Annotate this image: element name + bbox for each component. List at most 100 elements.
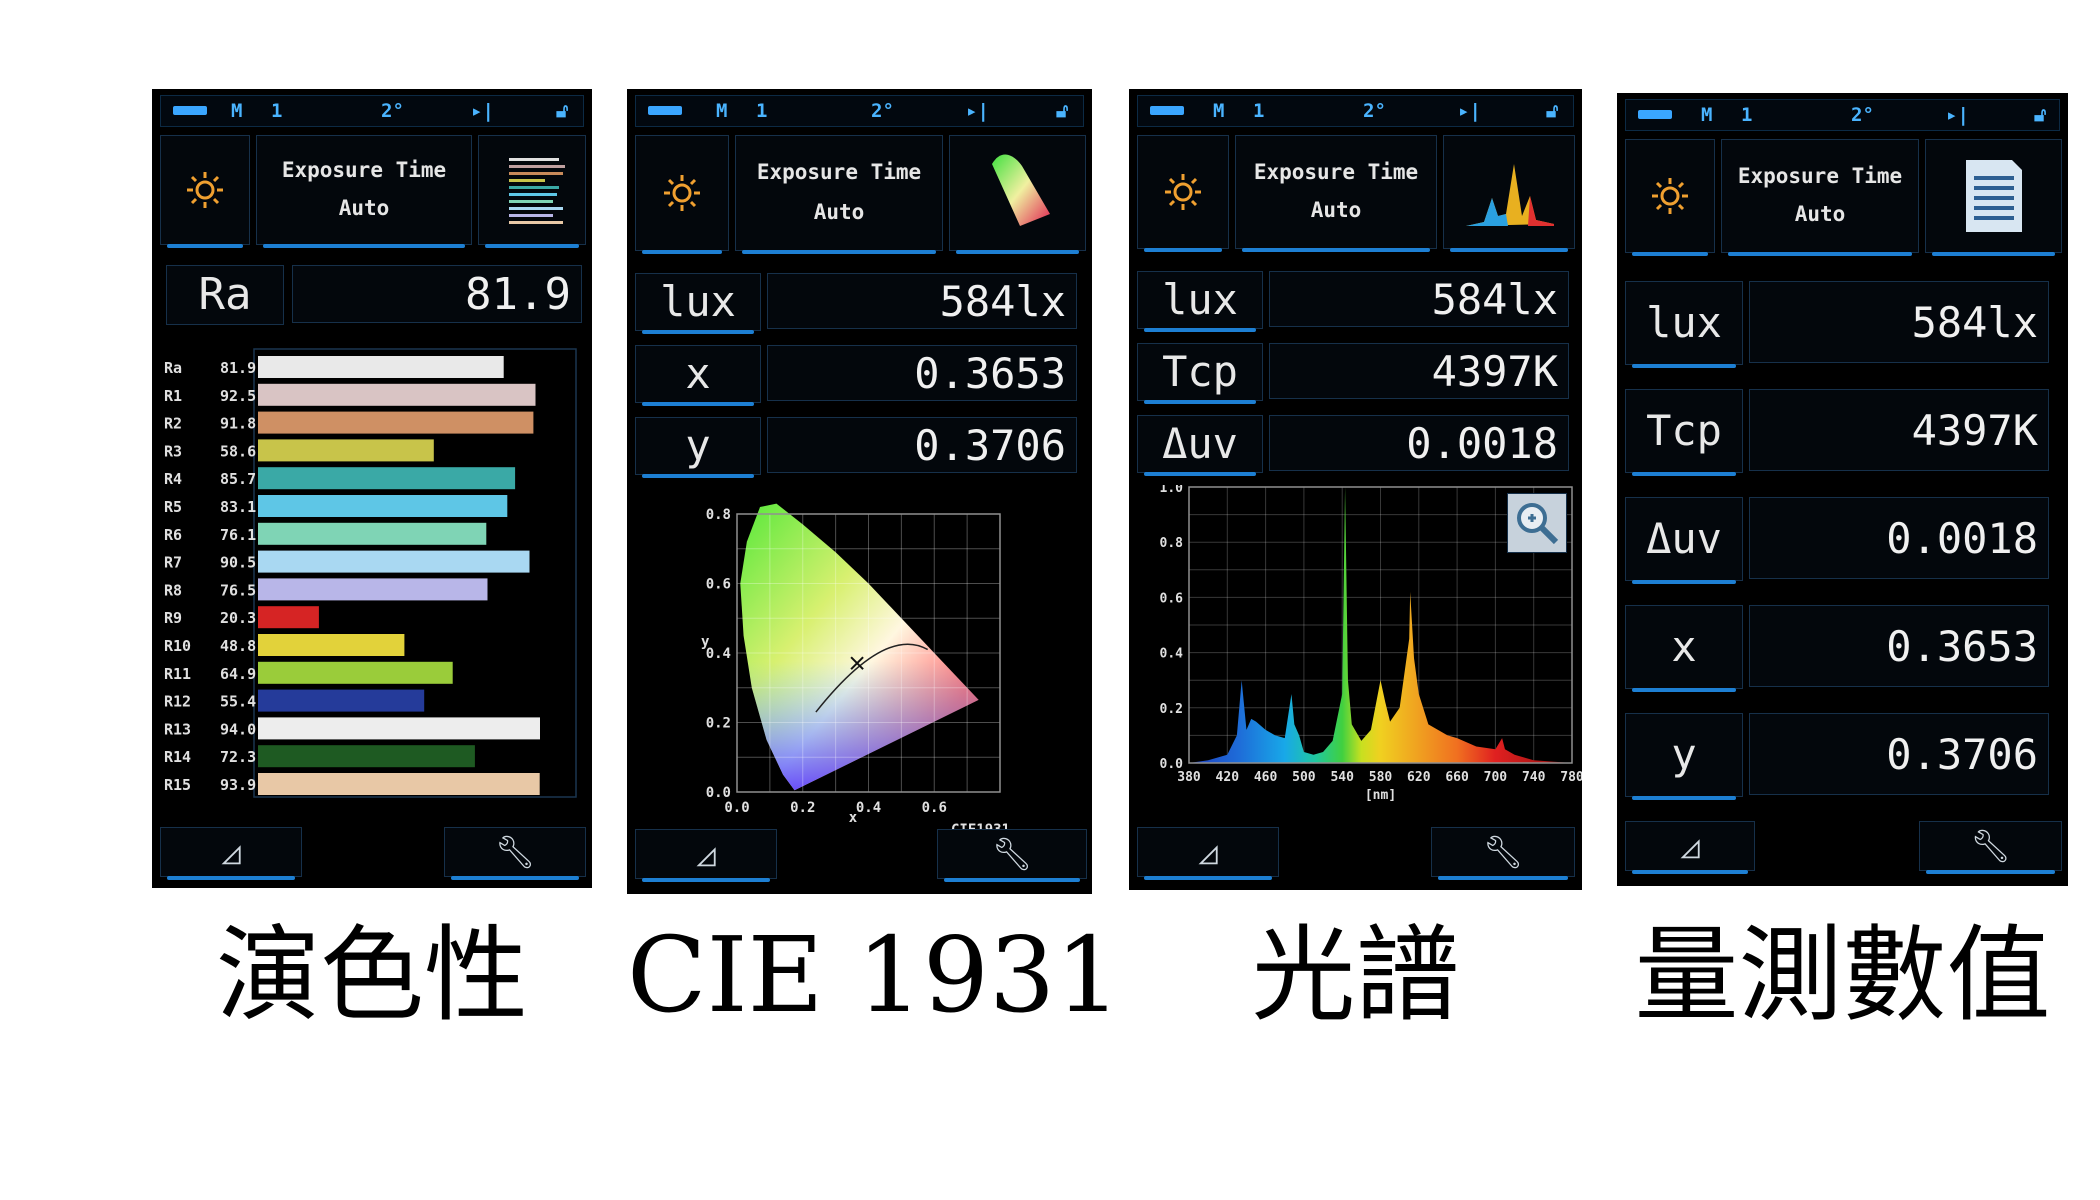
lock-icon: 🔓︎ — [1546, 100, 1559, 122]
chromaticity-view-icon[interactable] — [949, 135, 1086, 254]
cri-category-label: R7 — [164, 554, 182, 572]
light-source-button[interactable] — [635, 135, 729, 254]
x-tick-label: 700 — [1484, 770, 1508, 785]
battery-icon — [173, 106, 207, 115]
exposure-time-button[interactable]: Exposure Time Auto — [256, 135, 472, 248]
cri-category-label: R9 — [164, 609, 182, 627]
reading-value: 4397K — [1749, 389, 2049, 471]
exposure-time-button[interactable]: Exposure Time Auto — [1235, 135, 1437, 252]
x-tick-label: 0.6 — [922, 800, 947, 816]
cri-value-label: 85.7 — [220, 470, 256, 488]
cri-bar — [258, 467, 516, 490]
cri-bar — [258, 439, 434, 462]
values-screen: M 1 2° ▸| 🔓︎ Exposure Time Auto lux 584lx… — [1617, 93, 2068, 886]
caption-cri: 演色性 — [215, 914, 528, 1036]
delta-button[interactable]: ◿ — [635, 829, 777, 882]
delta-button[interactable]: ◿ — [1137, 827, 1279, 880]
reading-value: 0.3653 — [767, 345, 1077, 401]
cri-bar — [258, 745, 475, 768]
cri-bar — [258, 634, 405, 656]
cri-value-label: 83.1 — [220, 498, 256, 516]
y-tick-label: 0.8 — [706, 507, 731, 523]
reading-label: Δuv — [1137, 415, 1263, 476]
wrench-icon: 🔧︎ — [1970, 827, 2011, 865]
x-tick-label: 380 — [1177, 770, 1201, 785]
delta-button[interactable]: ◿ — [1625, 821, 1755, 874]
sun-icon — [664, 175, 700, 211]
settings-button[interactable]: 🔧︎ — [444, 827, 586, 880]
settings-button[interactable]: 🔧︎ — [1431, 827, 1575, 880]
cri-category-label: R15 — [164, 776, 191, 794]
memory-icon: ▸| — [1946, 104, 1969, 126]
cri-value-label: 72.3 — [220, 748, 256, 766]
reading-label: Tcp — [1625, 389, 1743, 476]
reading-label: y — [1625, 713, 1743, 800]
reading-value: 4397K — [1269, 343, 1569, 399]
cri-category-label: R2 — [164, 415, 182, 433]
cri-category-label: R11 — [164, 665, 191, 683]
y-tick-label: 0.4 — [706, 646, 731, 662]
exposure-value: Auto — [1794, 202, 1846, 226]
cri-category-label: R1 — [164, 387, 182, 405]
x-tick-label: 420 — [1216, 770, 1240, 785]
cri-value-label: 48.8 — [220, 637, 256, 655]
caption-values: 量測數值 — [1634, 914, 2051, 1036]
cri-value-label: 20.3 — [220, 609, 256, 627]
memory-icon: ▸| — [471, 100, 494, 122]
wrench-icon: 🔧︎ — [1482, 833, 1524, 871]
cie-screen: M 1 2° ▸| 🔓︎ Exposure Time Auto lux 584lx… — [627, 89, 1092, 894]
spectral-locus-blue — [740, 503, 979, 791]
cri-bar — [258, 411, 534, 434]
cri-bar — [258, 773, 540, 795]
zoom-in-button[interactable] — [1507, 493, 1567, 553]
caption-spectrum: 光譜 — [1251, 914, 1460, 1036]
cri-value-label: 94.0 — [220, 720, 256, 738]
cri-bar — [258, 383, 536, 406]
light-source-button[interactable] — [1625, 139, 1715, 256]
wrench-icon: 🔧︎ — [494, 833, 536, 871]
cri-value-label: 81.9 — [220, 359, 256, 377]
cri-value-label: 58.6 — [220, 442, 256, 460]
settings-button[interactable]: 🔧︎ — [1919, 821, 2062, 874]
exposure-time-button[interactable]: Exposure Time Auto — [735, 135, 943, 254]
lock-icon: 🔓︎ — [1056, 100, 1069, 122]
cri-bar — [258, 495, 508, 517]
cri-category-label: R13 — [164, 720, 191, 738]
lock-icon: 🔓︎ — [2034, 104, 2047, 126]
settings-button[interactable]: 🔧︎ — [937, 829, 1087, 882]
light-source-button[interactable] — [160, 135, 250, 248]
light-source-button[interactable] — [1137, 135, 1229, 252]
cri-value-label: 55.4 — [220, 693, 256, 711]
cri-bar — [258, 356, 504, 378]
battery-icon — [1638, 110, 1672, 119]
exposure-title: Exposure Time — [281, 158, 447, 182]
x-tick-label: 500 — [1292, 770, 1316, 785]
exposure-title: Exposure Time — [756, 160, 922, 184]
reading-value: 0.3653 — [1749, 605, 2049, 687]
y-tick-label: 1.0 — [1160, 485, 1184, 496]
exposure-time-button[interactable]: Exposure Time Auto — [1721, 139, 1919, 256]
cri-category-label: R8 — [164, 581, 182, 599]
cri-value-label: 64.9 — [220, 665, 256, 683]
delta-button[interactable]: ◿ — [160, 827, 302, 880]
x-tick-label: 0.4 — [856, 800, 881, 816]
x-axis-label: x — [849, 810, 858, 826]
cri-view-icon[interactable] — [478, 135, 586, 248]
ra-label: Ra — [166, 265, 284, 325]
mode-indicator: M — [1213, 100, 1225, 122]
x-tick-label: 540 — [1330, 770, 1354, 785]
cri-value-label: 76.1 — [220, 526, 256, 544]
cri-category-label: R6 — [164, 526, 182, 544]
spectrum-view-icon[interactable] — [1443, 135, 1575, 252]
x-axis-label: [nm] — [1365, 788, 1396, 803]
reading-value: 0.3706 — [767, 417, 1077, 473]
memory-number: 1 — [1253, 100, 1265, 122]
observer-angle: 2° — [1363, 100, 1386, 122]
ra-value: 81.9 — [292, 265, 582, 323]
reading-value: 584lx — [1749, 281, 2049, 363]
exposure-title: Exposure Time — [1253, 160, 1419, 184]
table-view-icon[interactable] — [1925, 139, 2062, 256]
reading-label: lux — [635, 273, 761, 334]
memory-number: 1 — [1741, 104, 1753, 126]
reading-label: lux — [1625, 281, 1743, 368]
